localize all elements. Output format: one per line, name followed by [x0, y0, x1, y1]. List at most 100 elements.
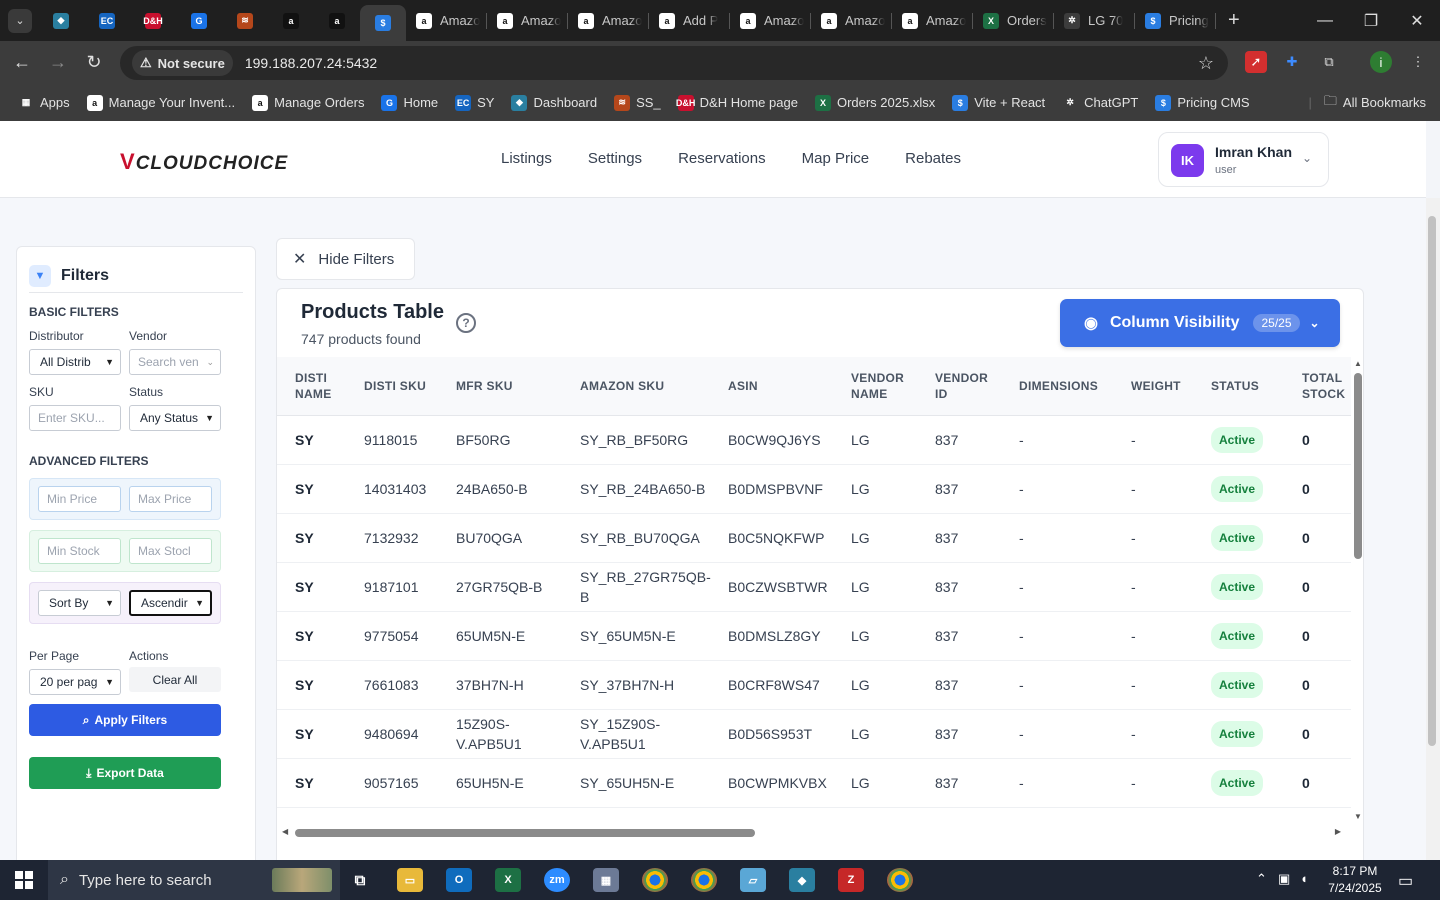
table-row[interactable]: SY 14031403 24BA650-B SY_RB_24BA650-B B0DMSP… [277, 464, 1351, 513]
max-price-input[interactable]: Max Price [129, 486, 212, 512]
bookmark-item[interactable]: a Manage Your Invent... [86, 94, 235, 111]
pinned-tab[interactable]: G [176, 0, 222, 41]
close-window-button[interactable]: ✕ [1394, 0, 1440, 41]
bookmark-item[interactable]: EC SY [455, 94, 494, 111]
vendor-search-input[interactable]: Search ven ⌄ [129, 349, 221, 375]
page-scrollbar[interactable] [1426, 198, 1440, 860]
distributor-select[interactable]: All Distrib ▼ [29, 349, 121, 375]
profile-icon[interactable]: i [1370, 51, 1392, 73]
pinned-tab[interactable]: a [314, 0, 360, 41]
bookmark-item[interactable]: $ Vite + React [952, 94, 1045, 111]
clear-all-button[interactable]: Clear All [129, 667, 221, 692]
scroll-right-icon[interactable]: ▶ [1335, 827, 1341, 836]
table-vertical-scrollbar[interactable]: ▲ ▼ [1351, 357, 1363, 823]
excel-icon[interactable]: X [495, 868, 521, 892]
chrome-icon[interactable] [642, 868, 668, 892]
volume-icon[interactable]: ◖ [1300, 871, 1308, 886]
bookmark-item[interactable]: G Home [381, 94, 438, 111]
extension-blue-icon[interactable]: ✚ [1281, 51, 1303, 73]
column-header[interactable]: DISTI NAME [277, 357, 346, 415]
file-explorer-icon[interactable]: ▭ [397, 868, 423, 892]
pinned-tab[interactable]: D&H [130, 0, 176, 41]
column-header[interactable]: AMAZON SKU [562, 357, 710, 415]
table-row[interactable]: SY 7661083 37BH7N-H SY_37BH7N-H B0CRF8WS47 LG… [277, 660, 1351, 709]
per-page-select[interactable]: 20 per pag ▼ [29, 669, 121, 695]
table-row[interactable]: SY 9775054 65UM5N-E SY_65UM5N-E B0DMSLZ8GY LG… [277, 611, 1351, 660]
browser-tab[interactable]: X Orders [973, 0, 1054, 41]
bookmark-item[interactable]: ✲ ChatGPT [1062, 94, 1138, 111]
status-select[interactable]: Any Status ▼ [129, 405, 221, 431]
bookmark-item[interactable]: ◆ Dashboard [511, 94, 597, 111]
min-price-input[interactable]: Min Price [38, 486, 121, 512]
scroll-up-icon[interactable]: ▲ [1354, 359, 1362, 368]
scrollbar-thumb[interactable] [295, 829, 755, 837]
column-header[interactable]: VENDOR NAME [833, 357, 917, 415]
pinned-tab[interactable]: $ [360, 5, 406, 41]
table-scroll-area[interactable]: DISTI NAME DISTI SKU MFR SKU AMAZON SKU ASIN… [277, 357, 1351, 825]
help-icon[interactable]: ? [456, 313, 476, 333]
export-data-button[interactable]: ⤓ Export Data [29, 757, 221, 789]
minimize-button[interactable]: — [1302, 0, 1348, 41]
nav-settings[interactable]: Settings [588, 150, 642, 167]
browser-tab[interactable]: $ Pricing [1135, 0, 1216, 41]
min-stock-input[interactable]: Min Stock [38, 538, 121, 564]
zoom-icon[interactable]: zm [544, 868, 570, 892]
table-row[interactable]: SY 9187101 27GR75QB-B SY_RB_27GR75QB-B B0CZW… [277, 562, 1351, 611]
bookmark-item[interactable]: X Orders 2025.xlsx [814, 94, 935, 111]
taskbar-clock[interactable]: 8:17 PM 7/24/2025 [1320, 863, 1390, 897]
browser-tab[interactable]: a Amazo [892, 0, 973, 41]
url-text[interactable]: 199.188.207.24:5432 [245, 55, 377, 71]
new-tab-button[interactable]: + [1228, 9, 1240, 32]
network-icon[interactable]: ▣ [1278, 871, 1290, 887]
sort-order-select[interactable]: Ascendir ▼ [129, 590, 212, 616]
column-header[interactable]: TOTAL STOCK [1284, 357, 1351, 415]
taskbar-search[interactable]: ⌕ Type here to search [48, 860, 340, 900]
browser-menu-icon[interactable]: ⋮ [1407, 51, 1429, 73]
browser-tab[interactable]: a Amazo [811, 0, 892, 41]
max-stock-input[interactable]: Max Stocl [129, 538, 212, 564]
bookmark-item[interactable]: ≋ SS_ [614, 94, 661, 111]
all-bookmarks[interactable]: | 🗀 All Bookmarks [1309, 92, 1426, 114]
extensions-puzzle-icon[interactable]: ⧉ [1318, 51, 1340, 73]
scroll-left-icon[interactable]: ◀ [282, 827, 288, 836]
maximize-button[interactable]: ❐ [1348, 0, 1394, 41]
column-header[interactable]: DIMENSIONS [1001, 357, 1113, 415]
column-header[interactable]: WEIGHT [1113, 357, 1193, 415]
filezilla-icon[interactable]: Z [838, 868, 864, 892]
nav-reservations[interactable]: Reservations [678, 150, 766, 167]
browser-tab[interactable]: a Amazo [730, 0, 811, 41]
chrome-alt-icon[interactable] [887, 868, 913, 892]
bookmark-item[interactable]: ▦ Apps [18, 94, 70, 111]
browser-tab[interactable]: ✲ LG 70 [1054, 0, 1135, 41]
page-scrollbar-thumb[interactable] [1428, 216, 1436, 746]
chrome-profile-icon[interactable] [691, 868, 717, 892]
reload-icon[interactable]: ↻ [76, 45, 112, 81]
scrollbar-thumb[interactable] [1354, 373, 1362, 559]
bookmark-star-icon[interactable]: ☆ [1198, 53, 1214, 74]
table-row[interactable]: SY 9118015 BF50RG SY_RB_BF50RG B0CW9QJ6YS LG 8… [277, 415, 1351, 464]
column-header[interactable]: ASIN [710, 357, 833, 415]
nav-map-price[interactable]: Map Price [802, 150, 870, 167]
column-header[interactable]: VENDOR ID [917, 357, 1001, 415]
nav-rebates[interactable]: Rebates [905, 150, 961, 167]
tab-search-menu-icon[interactable]: ⌄ [8, 8, 32, 33]
forward-icon[interactable]: → [40, 45, 76, 81]
windows-start-icon[interactable] [0, 860, 48, 900]
logo[interactable]: VCLOUDCHOICE [120, 149, 288, 175]
apply-filters-button[interactable]: ⌕ Apply Filters [29, 704, 221, 736]
column-visibility-button[interactable]: ◉ Column Visibility 25/25 ⌄ [1060, 299, 1340, 347]
table-row[interactable]: 14T90S-SY_14T90S- [277, 807, 1351, 826]
sort-by-select[interactable]: Sort By ▼ [38, 590, 121, 616]
task-view-icon[interactable]: ⧉ [347, 868, 373, 892]
address-bar[interactable]: ⚠ Not secure 199.188.207.24:5432 ☆ [120, 46, 1228, 80]
nav-listings[interactable]: Listings [501, 150, 552, 167]
table-row[interactable]: SY 7132932 BU70QGA SY_RB_BU70QGA B0C5NQKFWP L… [277, 513, 1351, 562]
bookmark-item[interactable]: D&H D&H Home page [676, 94, 798, 111]
notepad-icon[interactable]: ▱ [740, 868, 766, 892]
security-chip[interactable]: ⚠ Not secure [132, 50, 233, 76]
outlook-icon[interactable]: O [446, 868, 472, 892]
scroll-down-icon[interactable]: ▼ [1354, 812, 1362, 821]
app-diamond-icon[interactable]: ◆ [789, 868, 815, 892]
column-header[interactable]: STATUS [1193, 357, 1284, 415]
browser-tab[interactable]: a Amazo [568, 0, 649, 41]
